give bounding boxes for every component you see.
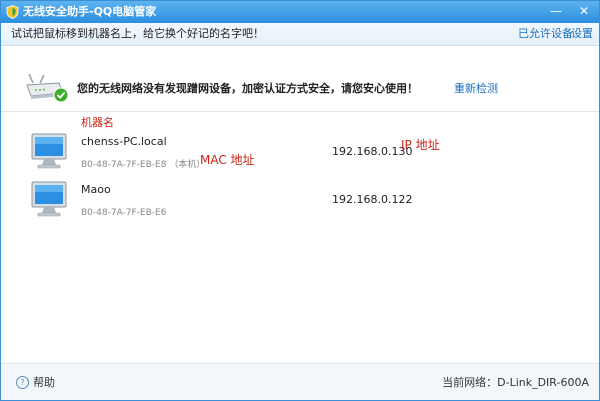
window-title: 无线安全助手-QQ电脑管家 [23,5,157,18]
footer-bar: ? 帮助 当前网络：D-Link_DIR-600A [1,363,599,400]
title-bar[interactable]: 无线安全助手-QQ电脑管家 — ✕ [1,1,599,23]
device-mac: B0-48-7A-7F-EB-E6 [81,208,167,218]
device-ip: 192.168.0.122 [332,193,413,206]
hint-bar: 试试把鼠标移到机器名上，给它换个好记的名字吧！ 已允许设备 设置 [1,23,599,46]
current-network-label: 当前网络： [442,376,498,389]
mac-address: B0-48-7A-7F-EB-E8 [81,160,167,170]
status-panel: 您的无线网络没有发现蹭网设备，加密认证方式安全，请您安心使用！ 重新检测 [1,46,599,112]
settings-link[interactable]: 设置 [571,27,593,41]
allowed-devices-link[interactable]: 已允许设备 [518,27,573,41]
help-icon[interactable]: ? [16,376,29,389]
security-status-message: 您的无线网络没有发现蹭网设备，加密认证方式安全，请您安心使用！ [77,82,418,95]
computer-monitor-icon [31,133,67,169]
shield-icon [6,5,19,19]
device-name[interactable]: chenss-PC.local [81,135,167,149]
current-network-value: D-Link_DIR-600A [497,376,589,389]
minimize-button[interactable]: — [543,2,569,20]
ip-address-annotation: IP 地址 [401,138,440,152]
help-link[interactable]: 帮助 [33,376,55,390]
close-button[interactable]: ✕ [571,2,597,20]
recheck-link[interactable]: 重新检测 [454,82,498,96]
device-row[interactable]: chenss-PC.local B0-48-7A-7F-EB-E8 （本机） 1… [1,129,599,183]
app-window: 无线安全助手-QQ电脑管家 — ✕ 试试把鼠标移到机器名上，给它换个好记的名字吧… [0,0,600,401]
device-mac: B0-48-7A-7F-EB-E8 （本机） [81,159,205,171]
current-network: 当前网络：D-Link_DIR-600A [442,376,589,390]
computer-monitor-icon [31,181,67,217]
rename-hint: 试试把鼠标移到机器名上，给它换个好记的名字吧！ [11,27,264,40]
device-row[interactable]: Maoo B0-48-7A-7F-EB-E6 192.168.0.122 [1,177,599,231]
mac-address-annotation: MAC 地址 [200,153,255,167]
machine-name-annotation: 机器名 [81,116,114,129]
device-name[interactable]: Maoo [81,183,111,197]
router-check-icon [26,73,69,103]
